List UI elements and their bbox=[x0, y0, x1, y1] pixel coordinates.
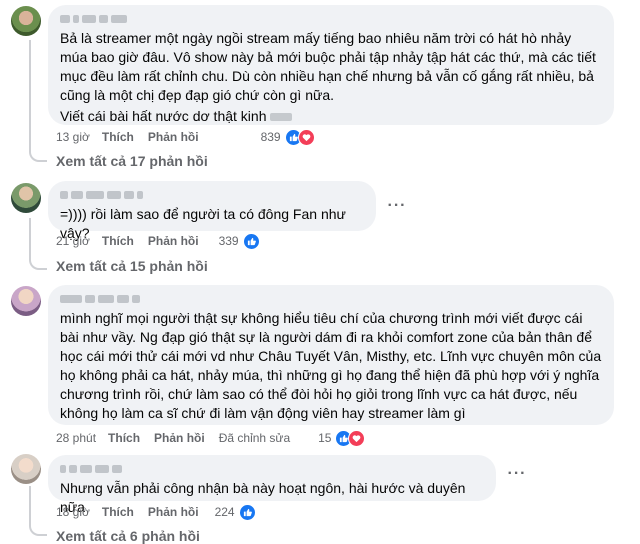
avatar[interactable] bbox=[11, 454, 41, 484]
comment-bubble: Nhưng vẫn phải công nhận bà này hoạt ngô… bbox=[48, 455, 496, 515]
like-button[interactable]: Thích bbox=[102, 130, 134, 144]
love-icon bbox=[348, 429, 366, 447]
view-replies-link[interactable]: Xem tất cả 6 phản hồi bbox=[56, 528, 200, 544]
comment-text-line2: Viết cái bài hất nước dơ thật kinh bbox=[60, 107, 602, 126]
avatar[interactable] bbox=[11, 6, 41, 36]
avatar[interactable] bbox=[11, 286, 41, 316]
thread-line bbox=[29, 218, 31, 258]
comment-actions: 28 phút Thích Phản hồi Đã chỉnh sửa 15 bbox=[56, 428, 366, 448]
reaction-count[interactable]: 839 bbox=[261, 130, 281, 144]
comment-actions: 21 giờ Thích Phản hồi 339 bbox=[56, 231, 260, 251]
commenter-name-redacted[interactable] bbox=[60, 13, 602, 25]
like-icon bbox=[238, 503, 256, 521]
comment-actions: 18 giờ Thích Phản hồi 224 bbox=[56, 502, 256, 522]
commenter-name-redacted[interactable] bbox=[60, 189, 364, 201]
thread-line bbox=[29, 486, 31, 524]
comment-bubble: =)))) rồi làm sao để người ta có đông Fa… bbox=[48, 181, 376, 241]
reaction-count[interactable]: 15 bbox=[318, 431, 331, 445]
comment-time[interactable]: 13 giờ bbox=[56, 130, 90, 144]
like-button[interactable]: Thích bbox=[102, 505, 134, 519]
reply-button[interactable]: Phản hồi bbox=[148, 505, 199, 519]
reaction-count[interactable]: 339 bbox=[219, 234, 239, 248]
emoji-redacted bbox=[270, 113, 293, 122]
reply-button[interactable]: Phản hồi bbox=[148, 130, 199, 144]
avatar[interactable] bbox=[11, 183, 41, 213]
reactions[interactable] bbox=[284, 128, 315, 146]
commenter-name-redacted[interactable] bbox=[60, 463, 484, 475]
like-button[interactable]: Thích bbox=[102, 234, 134, 248]
comment-actions: 13 giờ Thích Phản hồi 839 bbox=[56, 127, 315, 147]
reactions[interactable] bbox=[335, 429, 366, 447]
thread-elbow bbox=[29, 522, 47, 536]
more-options-icon[interactable]: ··· bbox=[386, 195, 408, 217]
comment-time[interactable]: 28 phút bbox=[56, 431, 96, 445]
reactions[interactable] bbox=[242, 232, 260, 250]
commenter-name-redacted[interactable] bbox=[60, 293, 602, 305]
reply-button[interactable]: Phản hồi bbox=[148, 234, 199, 248]
love-icon bbox=[297, 128, 315, 146]
thread-elbow bbox=[29, 256, 47, 270]
view-replies-link[interactable]: Xem tất cả 15 phản hồi bbox=[56, 258, 208, 274]
comment-text: mình nghĩ mọi người thật sự không hiểu t… bbox=[60, 310, 606, 421]
thread-elbow bbox=[29, 148, 47, 162]
more-options-icon[interactable]: ··· bbox=[506, 463, 528, 485]
comment-time[interactable]: 21 giờ bbox=[56, 234, 90, 248]
comment-bubble: Bả là streamer một ngày ngồi stream mấy … bbox=[48, 5, 614, 125]
like-icon bbox=[242, 232, 260, 250]
comment-time[interactable]: 18 giờ bbox=[56, 505, 90, 519]
comment-text: Bả là streamer một ngày ngồi stream mấy … bbox=[60, 30, 600, 103]
view-replies-link[interactable]: Xem tất cả 17 phản hồi bbox=[56, 153, 208, 169]
like-button[interactable]: Thích bbox=[108, 431, 140, 445]
edited-label: Đã chỉnh sửa bbox=[218, 431, 291, 445]
reaction-count[interactable]: 224 bbox=[215, 505, 235, 519]
reply-button[interactable]: Phản hồi bbox=[154, 431, 205, 445]
thread-line bbox=[29, 40, 31, 148]
comment-bubble: mình nghĩ mọi người thật sự không hiểu t… bbox=[48, 285, 614, 425]
reactions[interactable] bbox=[238, 503, 256, 521]
